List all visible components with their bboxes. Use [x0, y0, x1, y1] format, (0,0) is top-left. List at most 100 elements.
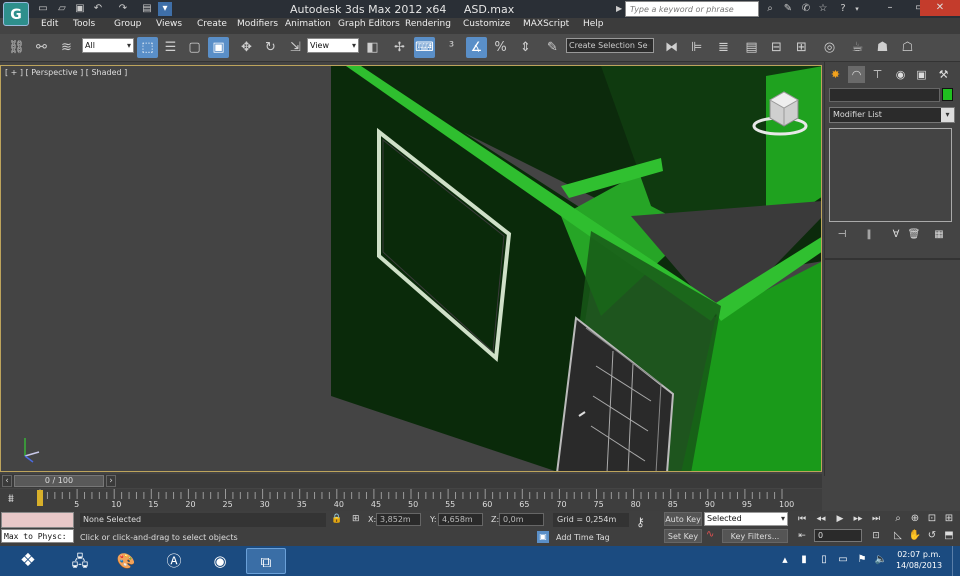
percent-snap-icon[interactable]: % — [490, 37, 511, 58]
rendered-frame-window-icon[interactable]: ☗ — [872, 37, 893, 58]
menu-views[interactable]: Views — [156, 19, 182, 29]
keyboard-shortcut-override-icon[interactable]: ⌨ — [414, 37, 435, 58]
create-tab-icon[interactable]: ✸ — [827, 66, 844, 83]
go-to-end-icon[interactable]: ⏭ — [868, 512, 884, 526]
viewcube-icon[interactable] — [752, 88, 808, 136]
paint-app-icon[interactable]: 🎨 — [106, 548, 146, 574]
time-slider-next-icon[interactable]: › — [106, 475, 116, 487]
configure-modifier-sets-icon[interactable]: ▦ — [932, 228, 946, 242]
app-menu-button[interactable]: G — [3, 2, 29, 26]
edit-named-selection-icon[interactable]: ✎ — [542, 37, 563, 58]
battery-tray-icon[interactable]: ▯ — [817, 552, 831, 568]
play-icon[interactable]: ▶ — [832, 512, 848, 526]
modify-tab-icon[interactable]: ◠ — [848, 66, 865, 83]
x-coordinate-field[interactable]: 3,852m — [376, 513, 421, 526]
y-coordinate-field[interactable]: 4,658m — [438, 513, 483, 526]
motion-tab-icon[interactable]: ◉ — [892, 66, 909, 83]
favorites-star-icon[interactable]: ☆ — [816, 2, 830, 16]
menu-modifiers[interactable]: Modifiers — [237, 19, 278, 29]
display-tab-icon[interactable]: ▣ — [913, 66, 930, 83]
save-icon[interactable]: ▣ — [73, 2, 87, 16]
field-of-view-icon[interactable]: ◺ — [890, 528, 906, 543]
bind-to-space-warp-icon[interactable]: ≋ — [56, 37, 77, 58]
unlink-selection-icon[interactable]: ⚯ — [31, 37, 52, 58]
menu-help[interactable]: Help — [583, 19, 604, 29]
curve-editor-icon[interactable]: ⊟ — [766, 37, 787, 58]
time-slider-prev-icon[interactable]: ‹ — [2, 475, 12, 487]
current-frame-field[interactable]: 0 — [814, 529, 862, 542]
tray-overflow-icon[interactable]: ▲ — [778, 552, 792, 568]
time-slider[interactable] — [0, 474, 822, 488]
select-and-link-icon[interactable]: ⛓ — [6, 37, 27, 58]
absolute-offset-toggle-icon[interactable]: ⊞ — [352, 514, 360, 524]
menu-create[interactable]: Create — [197, 19, 227, 29]
snaps-toggle-icon[interactable]: ³ — [441, 37, 462, 58]
pan-view-icon[interactable]: ✋ — [907, 528, 923, 543]
minimize-button[interactable]: – — [876, 0, 904, 16]
open-file-icon[interactable]: ▱ — [55, 2, 69, 16]
current-frame-marker[interactable] — [37, 490, 43, 506]
menu-group[interactable]: Group — [114, 19, 141, 29]
menu-graph-editors[interactable]: Graph Editors — [338, 19, 400, 29]
selection-filter-dropdown[interactable]: All — [82, 38, 134, 53]
z-coordinate-field[interactable]: 0,0m — [499, 513, 544, 526]
network-app-icon[interactable]: 🖧 — [60, 548, 100, 574]
time-tag-icon[interactable]: ▣ — [537, 531, 549, 543]
time-slider-thumb[interactable]: 0 / 100 — [14, 475, 104, 487]
key-selection-dropdown[interactable]: Selected — [704, 512, 788, 526]
mini-curve-editor-icon[interactable]: ⩩ — [8, 492, 14, 506]
zoom-icon[interactable]: ⌕ — [890, 511, 906, 526]
pin-stack-icon[interactable]: ⊣ — [835, 228, 849, 242]
selection-lock-icon[interactable]: 🔒 — [331, 514, 342, 524]
monitor-tray-icon[interactable]: ▭ — [836, 552, 850, 568]
perspective-viewport[interactable]: [ + ] [ Perspective ] [ Shaded ] — [0, 65, 822, 472]
close-button[interactable]: ✕ — [920, 0, 960, 16]
communication-center-icon[interactable]: ✆ — [799, 2, 813, 16]
make-unique-icon[interactable]: ∀ — [889, 228, 903, 242]
zoom-extents-all-icon[interactable]: ⊞ — [941, 511, 957, 526]
render-production-icon[interactable]: ☖ — [897, 37, 918, 58]
time-configuration-icon[interactable]: ⊡ — [868, 529, 884, 543]
show-end-result-icon[interactable]: ‖ — [862, 228, 876, 242]
3dsmax-taskbar-icon[interactable]: ⧉ — [246, 548, 286, 574]
project-folder-icon[interactable]: ▤ — [140, 2, 154, 16]
zoom-extents-icon[interactable]: ⊡ — [924, 511, 940, 526]
angle-snap-icon[interactable]: ∡ — [466, 37, 487, 58]
use-pivot-center-icon[interactable]: ◧ — [362, 37, 383, 58]
rectangular-selection-icon[interactable]: ▢ — [184, 37, 205, 58]
graphite-ribbon-icon[interactable]: ▤ — [741, 37, 762, 58]
default-tangent-icon[interactable]: ∿ — [706, 529, 714, 540]
go-to-start-icon[interactable]: ⏮ — [794, 512, 810, 526]
start-button[interactable]: ❖ — [2, 546, 54, 576]
menu-tools[interactable]: Tools — [73, 19, 95, 29]
select-and-move-icon[interactable]: ✥ — [236, 37, 257, 58]
select-and-manipulate-icon[interactable]: ✢ — [389, 37, 410, 58]
binoculars-icon[interactable]: ⌕ — [763, 2, 777, 16]
orbit-icon[interactable]: ↺ — [924, 528, 940, 543]
menu-edit[interactable]: Edit — [41, 19, 58, 29]
object-name-field[interactable] — [829, 88, 940, 102]
next-frame-icon[interactable]: ▸▸ — [850, 512, 866, 526]
render-setup-icon[interactable]: ☕ — [847, 37, 868, 58]
reference-coordinate-dropdown[interactable]: View — [307, 38, 359, 53]
hierarchy-tab-icon[interactable]: ⊤ — [869, 66, 886, 83]
select-by-name-icon[interactable]: ☰ — [160, 37, 181, 58]
viewport-label-menu[interactable]: [ + ] [ Perspective ] [ Shaded ] — [5, 68, 127, 77]
maxscript-input[interactable]: Max to Physc: — [1, 529, 74, 543]
utilities-tab-icon[interactable]: ⚒ — [935, 66, 952, 83]
spinner-snap-icon[interactable]: ⇕ — [515, 37, 536, 58]
maximize-viewport-icon[interactable]: ⬒ — [941, 528, 957, 543]
layer-manager-icon[interactable]: ≣ — [713, 37, 734, 58]
set-key-button[interactable]: Set Key — [664, 529, 702, 543]
schematic-view-icon[interactable]: ⊞ — [791, 37, 812, 58]
auto-key-button[interactable]: Auto Key — [664, 512, 702, 526]
add-time-tag-button[interactable]: Add Time Tag — [556, 533, 610, 542]
quick-access-dropdown-icon[interactable]: ▾ — [158, 2, 172, 16]
menu-maxscript[interactable]: MAXScript — [523, 19, 569, 29]
keyword-search-input[interactable]: Type a keyword or phrase — [625, 1, 759, 17]
object-color-swatch[interactable] — [942, 88, 953, 101]
modifier-list-dropdown[interactable]: Modifier List — [829, 107, 955, 123]
autocad-app-icon[interactable]: Ⓐ — [154, 548, 194, 574]
key-filters-button[interactable]: Key Filters... — [722, 529, 788, 543]
modifier-stack[interactable] — [829, 128, 952, 222]
